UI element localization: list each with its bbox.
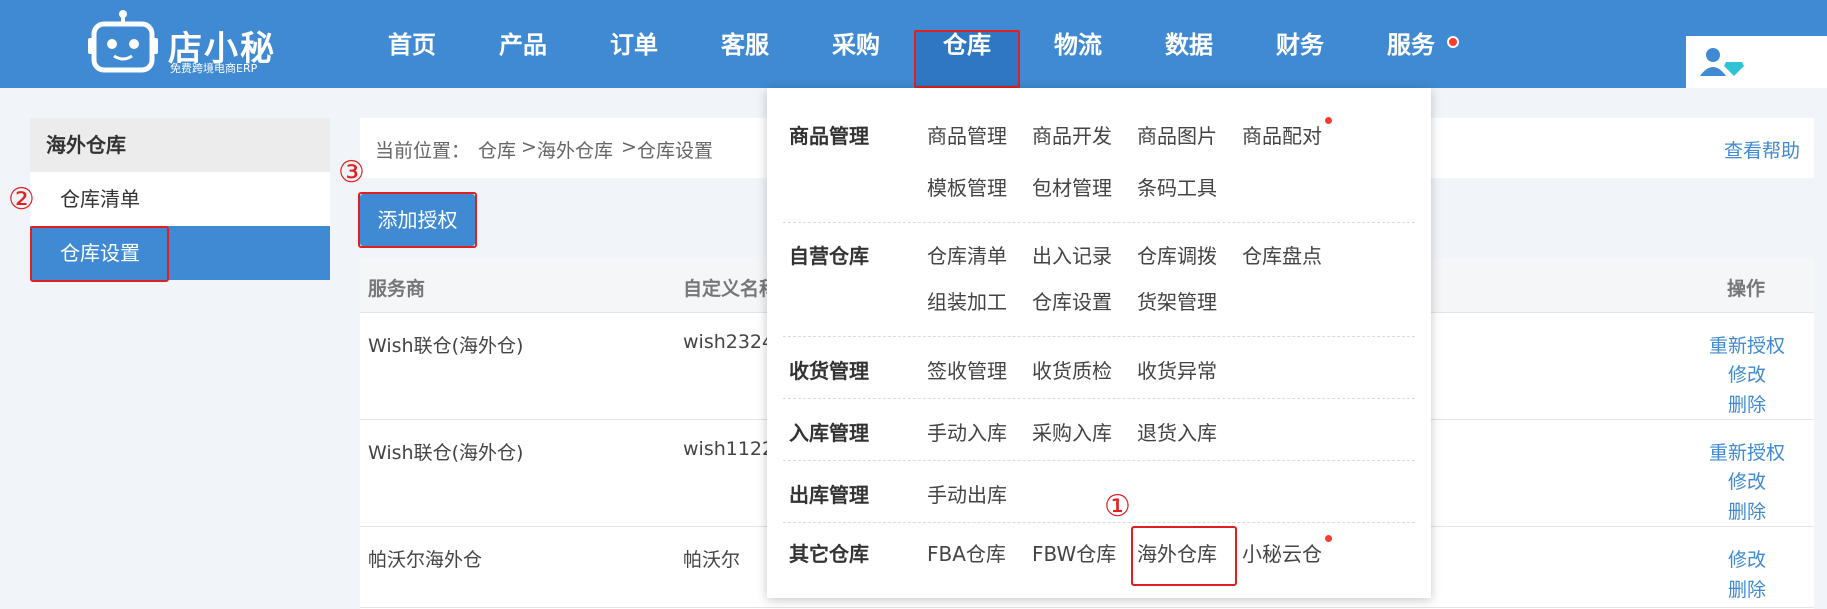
cell-custom-name: wish1122 [683,438,775,460]
highlight-box-sidebar-settings [30,226,169,282]
new-badge-dot [1325,535,1332,542]
highlight-box-add-button [358,192,477,248]
breadcrumb-item-settings: 仓库设置 [637,140,714,162]
menu-item-warehouse-list[interactable]: 仓库清单 [927,240,1007,269]
nav-data[interactable]: 数据 [1161,30,1217,60]
column-header-custom-name: 自定义名称 [683,278,779,300]
menu-section-receiving: 收货管理 签收管理 收货质检 收货异常 [783,337,1415,399]
highlight-box-overseas-warehouse [1131,526,1237,586]
notification-dot [1447,36,1459,48]
menu-section-title: 收货管理 [789,359,869,383]
menu-item-manual-outbound[interactable]: 手动出库 [927,479,1007,508]
menu-item-receiving-exceptions[interactable]: 收货异常 [1137,355,1217,384]
menu-section-other-warehouses: 其它仓库 FBA仓库 FBW仓库 海外仓库 小秘云仓 [783,523,1415,598]
nav-home[interactable]: 首页 [384,30,440,60]
menu-section-product-management: 商品管理 商品管理 商品开发 商品图片 商品配对 模板管理 包材管理 条码工具 [783,88,1415,223]
menu-item-product-images[interactable]: 商品图片 [1137,120,1217,149]
nav-orders[interactable]: 订单 [606,30,662,60]
cell-custom-name: wish2324 [683,331,775,353]
sidebar-item-warehouse-list[interactable]: 仓库清单 [30,172,330,226]
menu-item-quality-check[interactable]: 收货质检 [1032,355,1112,384]
user-vip-icon [1700,48,1744,76]
edit-link[interactable]: 修改 [1702,467,1792,494]
menu-section-inbound: 入库管理 手动入库 采购入库 退货入库 [783,399,1415,461]
menu-section-title: 出库管理 [789,483,869,507]
menu-item-sign-for[interactable]: 签收管理 [927,355,1007,384]
robot-logo-icon [88,10,158,73]
menu-item-fbw-warehouse[interactable]: FBW仓库 [1032,538,1116,567]
menu-item-product-pairing[interactable]: 商品配对 [1242,120,1322,149]
reauthorize-link[interactable]: 重新授权 [1702,438,1792,465]
step-marker-1: ① [1104,489,1131,524]
step-marker-3: ③ [338,155,365,190]
menu-item-stocktaking[interactable]: 仓库盘点 [1242,240,1322,269]
breadcrumb-item-warehouse[interactable]: 仓库 [478,136,516,163]
edit-link[interactable]: 修改 [1702,545,1792,572]
new-badge-dot [1325,117,1332,124]
menu-item-warehouse-transfer[interactable]: 仓库调拨 [1137,240,1217,269]
column-header-actions: 操作 [1727,278,1766,300]
delete-link[interactable]: 删除 [1702,575,1792,602]
menu-item-xiaomi-cloud-warehouse[interactable]: 小秘云仓 [1242,538,1322,567]
nav-purchasing[interactable]: 采购 [828,30,884,60]
menu-section-outbound: 出库管理 手动出库 [783,461,1415,523]
user-menu[interactable] [1686,36,1827,88]
nav-customer-service[interactable]: 客服 [717,30,773,60]
menu-item-packaging-management[interactable]: 包材管理 [1032,172,1112,201]
column-header-provider: 服务商 [368,278,426,300]
menu-item-io-records[interactable]: 出入记录 [1032,240,1112,269]
breadcrumb-prefix: 当前位置： [375,140,471,162]
cell-provider: Wish联仓(海外仓) [368,442,524,464]
cell-provider: 帕沃尔海外仓 [368,549,483,571]
nav-finance[interactable]: 财务 [1272,30,1328,60]
cell-custom-name: 帕沃尔 [683,549,741,571]
menu-item-template-management[interactable]: 模板管理 [927,172,1007,201]
edit-link[interactable]: 修改 [1702,360,1792,387]
warehouse-dropdown-menu: 商品管理 商品管理 商品开发 商品图片 商品配对 模板管理 包材管理 条码工具 … [767,88,1431,598]
menu-item-assembly[interactable]: 组装加工 [927,286,1007,315]
menu-item-product-management[interactable]: 商品管理 [927,120,1007,149]
nav-services[interactable]: 服务 [1383,30,1439,60]
menu-item-barcode-tool[interactable]: 条码工具 [1137,172,1217,201]
menu-item-product-development[interactable]: 商品开发 [1032,120,1112,149]
breadcrumb-item-overseas[interactable]: 海外仓库 [537,136,613,163]
menu-item-return-inbound[interactable]: 退货入库 [1137,417,1217,446]
top-navbar: 店小秘 免费跨境电商ERP 首页 产品 订单 客服 采购 仓库 物流 数据 财务… [0,0,1827,88]
logo-subtitle: 免费跨境电商ERP [170,62,258,75]
nav-warehouse[interactable]: 仓库 [939,30,995,60]
breadcrumb-separator: > [521,136,537,158]
nav-logistics[interactable]: 物流 [1050,30,1106,60]
menu-section-title: 自营仓库 [789,244,869,268]
reauthorize-link[interactable]: 重新授权 [1702,331,1792,358]
help-link[interactable]: 查看帮助 [1724,136,1800,163]
menu-item-manual-inbound[interactable]: 手动入库 [927,417,1007,446]
menu-section-own-warehouse: 自营仓库 仓库清单 出入记录 仓库调拨 仓库盘点 组装加工 仓库设置 货架管理 [783,223,1415,337]
nav-products[interactable]: 产品 [495,30,551,60]
delete-link[interactable]: 删除 [1702,497,1792,524]
menu-section-title: 入库管理 [789,421,869,445]
step-marker-2: ② [8,182,35,217]
menu-item-shelf-management[interactable]: 货架管理 [1137,286,1217,315]
menu-item-fba-warehouse[interactable]: FBA仓库 [927,538,1006,567]
menu-item-purchase-inbound[interactable]: 采购入库 [1032,417,1112,446]
menu-section-title: 商品管理 [789,124,869,148]
menu-item-warehouse-settings[interactable]: 仓库设置 [1032,286,1112,315]
cell-provider: Wish联仓(海外仓) [368,335,524,357]
logo[interactable]: 店小秘 免费跨境电商ERP [88,8,278,78]
menu-section-title: 其它仓库 [789,542,869,566]
sidebar-title: 海外仓库 [30,118,330,172]
delete-link[interactable]: 删除 [1702,390,1792,417]
breadcrumb-separator: > [621,136,637,158]
